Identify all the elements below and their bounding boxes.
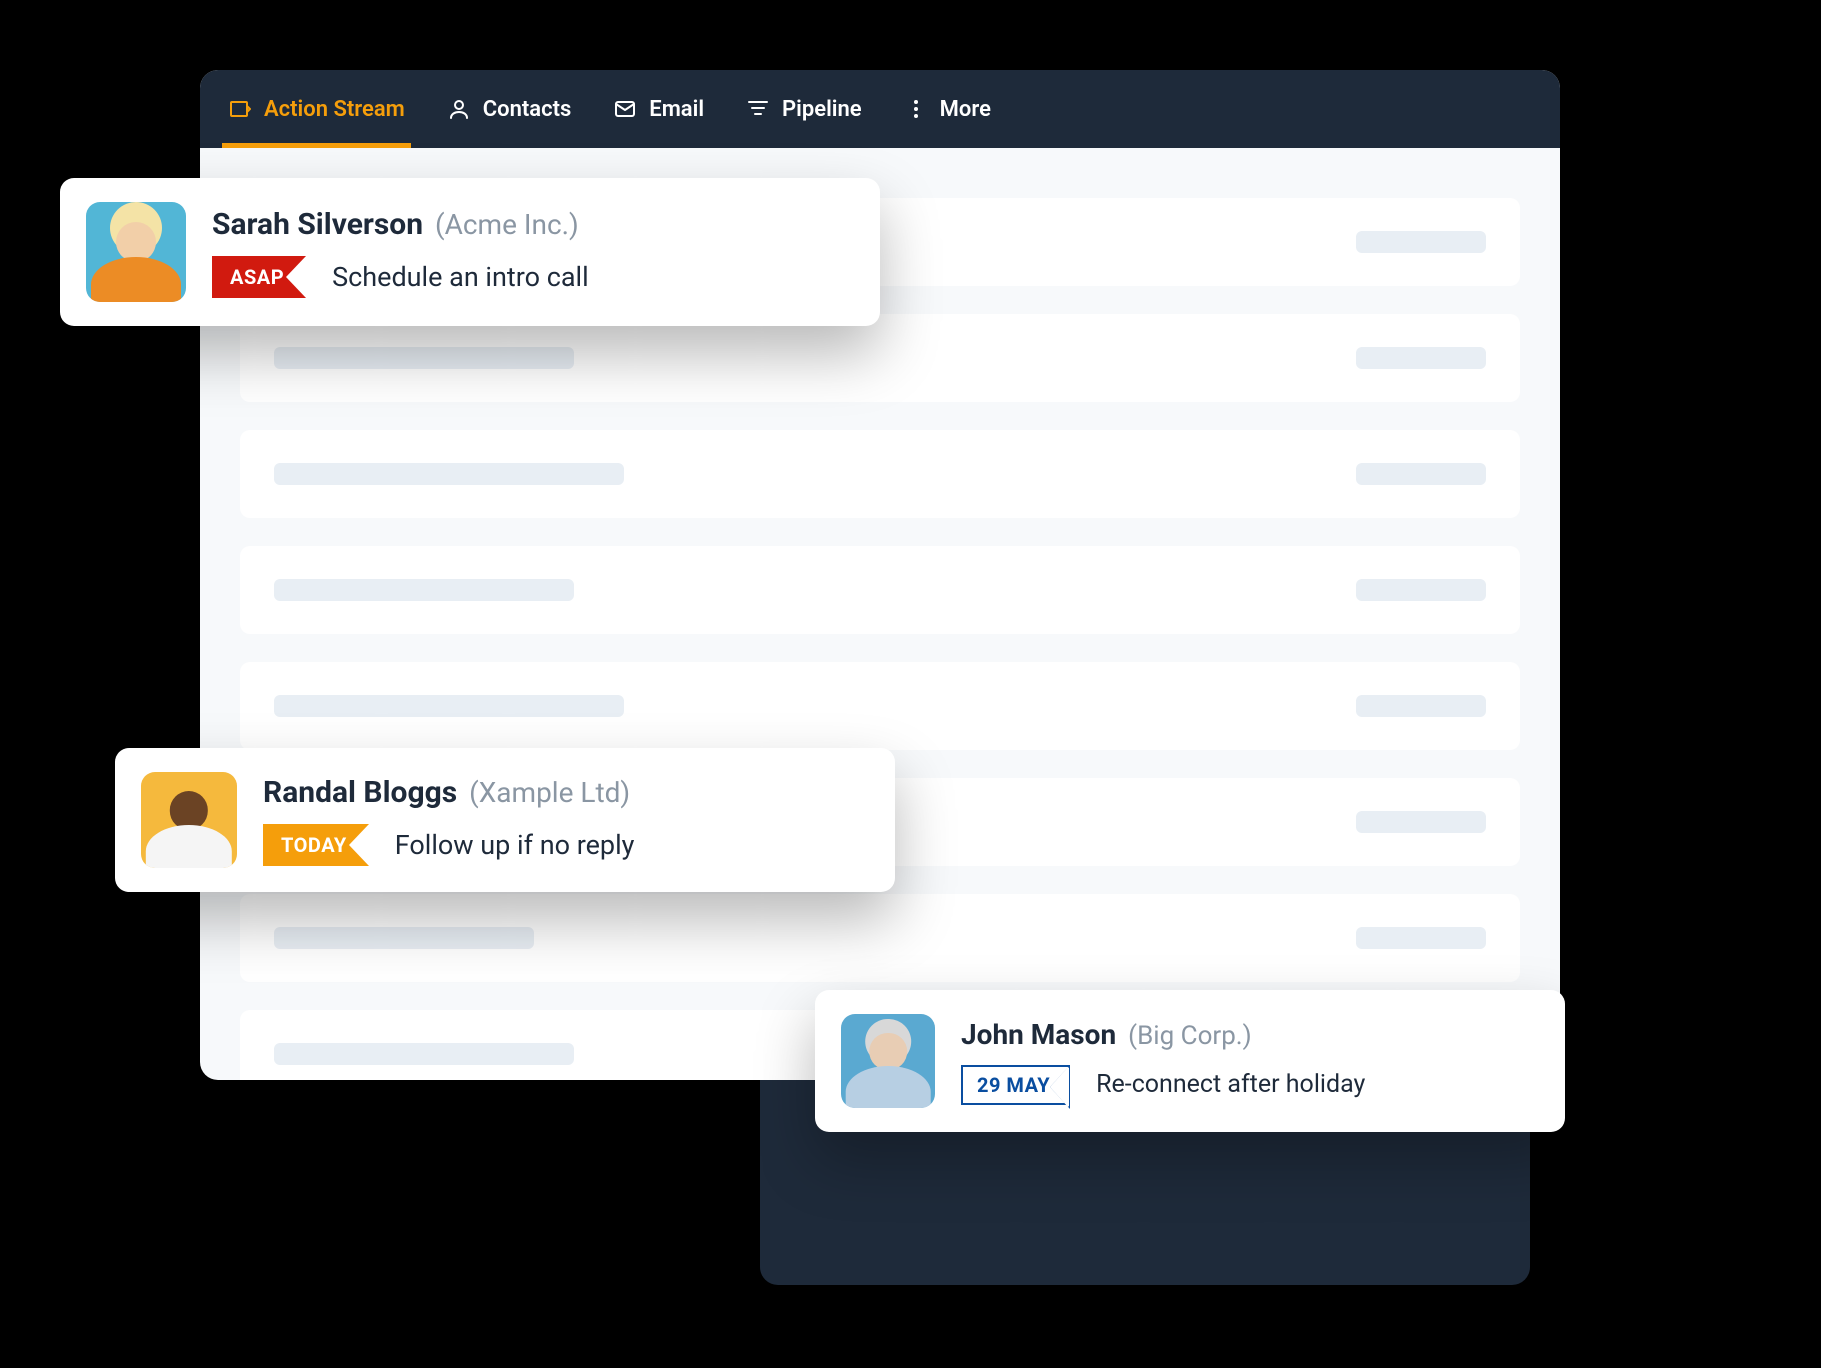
- nav-bar: Action Stream Contacts Email Pipeline Mo: [200, 70, 1560, 148]
- skeleton-text: [1356, 347, 1486, 369]
- action-text: Re-connect after holiday: [1096, 1070, 1365, 1099]
- tab-email[interactable]: Email: [613, 70, 704, 148]
- contact-company: (Xample Ltd): [469, 776, 630, 809]
- name-row: Sarah Silverson (Acme Inc.): [212, 207, 589, 242]
- priority-tag-date[interactable]: 29 MAY: [961, 1065, 1070, 1105]
- action-text: Follow up if no reply: [395, 829, 635, 861]
- contact-card[interactable]: Randal Bloggs (Xample Ltd) TODAY Follow …: [115, 748, 895, 892]
- skeleton-text: [274, 347, 574, 369]
- skeleton-text: [1356, 231, 1486, 253]
- skeleton-text: [274, 579, 574, 601]
- contact-name: John Mason: [961, 1018, 1116, 1051]
- contact-company: (Acme Inc.): [435, 208, 579, 241]
- tag-label: ASAP: [230, 265, 284, 289]
- list-item[interactable]: [240, 894, 1520, 982]
- contact-card[interactable]: Sarah Silverson (Acme Inc.) ASAP Schedul…: [60, 178, 880, 326]
- skeleton-text: [1356, 695, 1486, 717]
- pipeline-icon: [746, 97, 770, 121]
- list-item[interactable]: [240, 546, 1520, 634]
- avatar: [141, 772, 237, 868]
- name-row: John Mason (Big Corp.): [961, 1018, 1365, 1051]
- list-item[interactable]: [240, 662, 1520, 750]
- tab-more[interactable]: More: [904, 70, 991, 148]
- skeleton-text: [1356, 927, 1486, 949]
- avatar: [841, 1014, 935, 1108]
- contact-name: Randal Bloggs: [263, 775, 457, 810]
- email-icon: [613, 97, 637, 121]
- action-row: TODAY Follow up if no reply: [263, 824, 634, 866]
- tag-label: 29 MAY: [977, 1073, 1050, 1097]
- tab-label: More: [940, 97, 991, 122]
- card-body: John Mason (Big Corp.) 29 MAY Re-connect…: [961, 1018, 1365, 1105]
- avatar: [86, 202, 186, 302]
- skeleton-text: [274, 927, 534, 949]
- tab-contacts[interactable]: Contacts: [447, 70, 572, 148]
- priority-tag-asap[interactable]: ASAP: [212, 256, 306, 298]
- list-item[interactable]: [240, 314, 1520, 402]
- skeleton-text: [1356, 811, 1486, 833]
- name-row: Randal Bloggs (Xample Ltd): [263, 775, 634, 810]
- tag-label: TODAY: [281, 833, 347, 857]
- contacts-icon: [447, 97, 471, 121]
- skeleton-text: [274, 463, 624, 485]
- tab-action-stream[interactable]: Action Stream: [228, 70, 405, 148]
- action-text: Schedule an intro call: [332, 261, 589, 293]
- contact-card[interactable]: John Mason (Big Corp.) 29 MAY Re-connect…: [815, 990, 1565, 1132]
- card-body: Sarah Silverson (Acme Inc.) ASAP Schedul…: [212, 207, 589, 298]
- action-row: ASAP Schedule an intro call: [212, 256, 589, 298]
- priority-tag-today[interactable]: TODAY: [263, 824, 369, 866]
- action-stream-icon: [228, 97, 252, 121]
- tab-label: Pipeline: [782, 97, 862, 122]
- tab-label: Contacts: [483, 97, 572, 122]
- tab-label: Email: [649, 97, 704, 122]
- action-row: 29 MAY Re-connect after holiday: [961, 1065, 1365, 1105]
- skeleton-text: [1356, 579, 1486, 601]
- skeleton-text: [274, 695, 624, 717]
- contact-name: Sarah Silverson: [212, 207, 423, 242]
- tab-pipeline[interactable]: Pipeline: [746, 70, 862, 148]
- card-body: Randal Bloggs (Xample Ltd) TODAY Follow …: [263, 775, 634, 866]
- more-icon: [904, 97, 928, 121]
- list-item[interactable]: [240, 430, 1520, 518]
- tab-label: Action Stream: [264, 97, 405, 122]
- skeleton-text: [1356, 463, 1486, 485]
- skeleton-text: [274, 1043, 574, 1065]
- contact-company: (Big Corp.): [1128, 1021, 1252, 1051]
